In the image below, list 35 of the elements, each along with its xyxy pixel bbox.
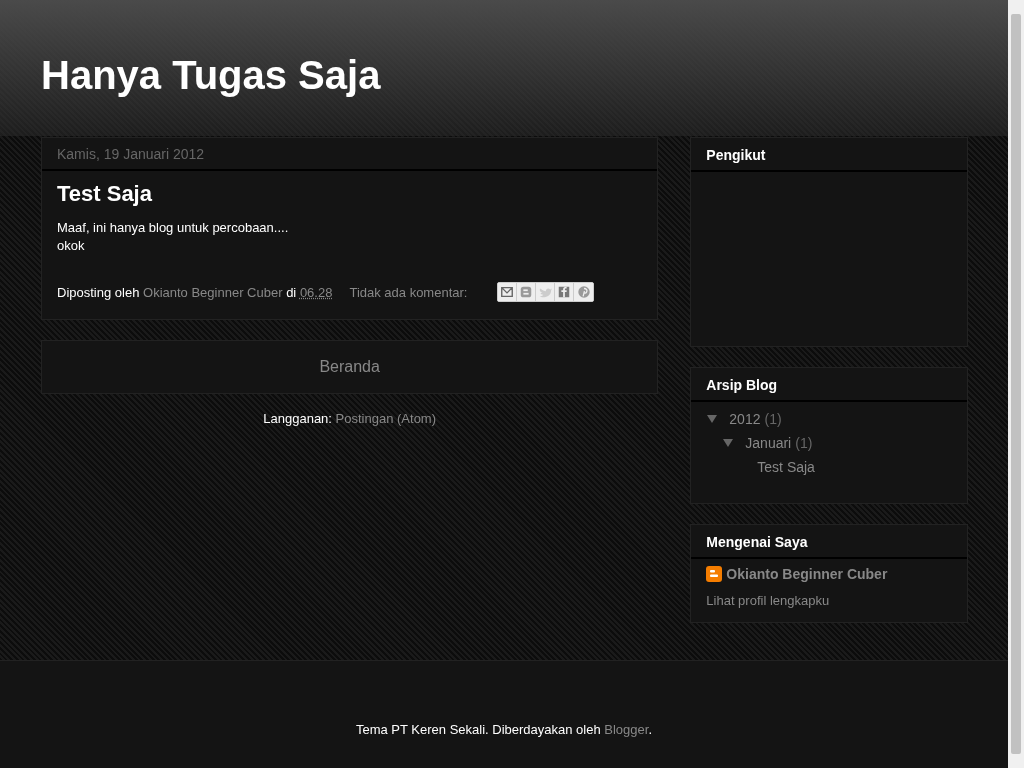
archive-link[interactable]: Test Saja xyxy=(757,459,815,475)
widget-title: Mengenai Saya xyxy=(691,525,967,559)
share-email-button[interactable] xyxy=(498,283,518,301)
post-count: (1) xyxy=(764,411,782,427)
blog-icon xyxy=(519,285,534,299)
time-link[interactable]: 06.28 xyxy=(299,284,333,300)
post-date: Kamis, 19 Januari 2012 xyxy=(42,138,658,171)
widget-title: Arsip Blog xyxy=(691,368,967,402)
share-f-logo-button[interactable] xyxy=(555,283,575,301)
toggle-triangle-icon[interactable] xyxy=(707,414,718,423)
p-logo-icon xyxy=(576,285,591,299)
post-text: okok xyxy=(57,237,86,255)
scrollbar[interactable] xyxy=(1008,0,1024,768)
f-logo-icon xyxy=(557,285,572,299)
author-link[interactable]: Okianto Beginner Cuber xyxy=(143,284,283,300)
blog-title: Hanya Tugas Saja xyxy=(41,52,382,98)
archive-link[interactable]: 2012 xyxy=(729,411,761,427)
post-text: Maaf, ini hanya blog untuk percobaan.... xyxy=(57,219,290,237)
comments-link[interactable]: Tidak ada komentar: xyxy=(349,284,468,300)
profile-link[interactable]: Lihat profil lengkapku xyxy=(706,593,952,608)
post-byline: Diposting oleh Okianto Beginner Cuber di 06.28 xyxy=(57,284,333,300)
blogger-logo-icon xyxy=(706,566,723,582)
post-title: Test Saja xyxy=(56,180,153,208)
email-icon xyxy=(500,285,515,299)
widget-title: Pengikut xyxy=(691,138,967,172)
footer-text: Tema PT Keren Sekali. Diberdayakan oleh Blogger. xyxy=(355,722,653,737)
subscribe-text: Langganan: Postingan (Atom) xyxy=(262,411,438,426)
post-count: (1) xyxy=(795,435,813,451)
share-blog-button[interactable] xyxy=(517,283,537,301)
toggle-triangle-icon[interactable] xyxy=(723,438,734,447)
profile-name[interactable]: Okianto Beginner Cuber xyxy=(726,566,888,582)
atom-link[interactable]: Postingan (Atom) xyxy=(335,411,437,426)
blogger-link[interactable]: Blogger xyxy=(604,722,649,737)
home-link[interactable]: Beranda xyxy=(319,358,380,376)
archive-link[interactable]: Januari xyxy=(745,435,792,451)
